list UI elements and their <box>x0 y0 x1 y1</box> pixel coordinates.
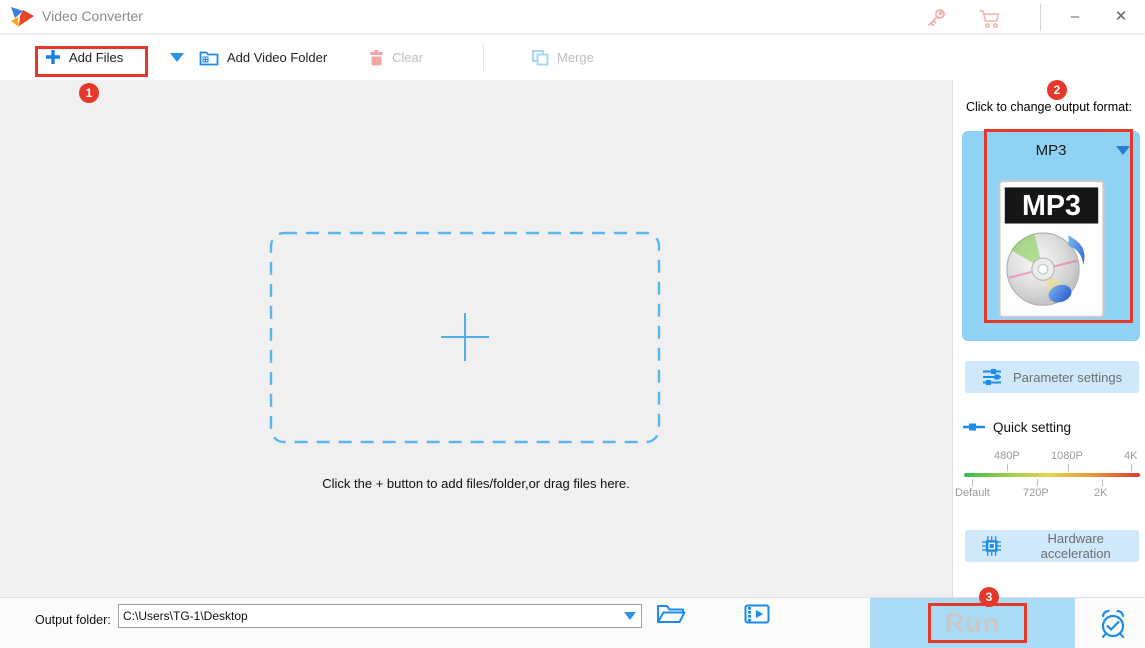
clear-label: Clear <box>392 49 424 65</box>
format-panel-header: Click to change output format: <box>965 100 1133 114</box>
hardware-acceleration-label: Hardware acceleration <box>1040 531 1111 561</box>
close-button[interactable]: ✕ <box>1104 4 1138 30</box>
minimize-button[interactable]: – <box>1058 4 1092 30</box>
quality-slider[interactable] <box>964 473 1140 477</box>
slider-tick <box>972 479 973 486</box>
output-folder-label: Output folder: <box>35 613 111 627</box>
svg-text:MP3: MP3 <box>1022 190 1081 222</box>
slider-tick <box>1037 479 1038 486</box>
cpu-chip-icon <box>982 536 1002 556</box>
window-title: Video Converter <box>42 8 143 24</box>
format-dropdown-caret[interactable] <box>1116 146 1130 155</box>
slider-tick <box>1131 464 1132 471</box>
slider-tick <box>1068 464 1069 471</box>
quick-setting-toggle[interactable]: Quick setting <box>962 418 1071 436</box>
title-bar: Video Converter – ✕ <box>0 0 1145 34</box>
slider-tick <box>1007 464 1008 471</box>
cart-icon[interactable] <box>978 7 1002 29</box>
slider-label-480p: 480P <box>994 450 1020 462</box>
plus-icon <box>46 50 60 64</box>
run-button[interactable]: Run <box>870 598 1075 648</box>
alarm-clock-icon[interactable] <box>1097 608 1129 640</box>
file-list-area: Click the + button to add files/folder,o… <box>0 80 952 597</box>
add-files-button[interactable]: Add Files <box>45 45 123 69</box>
output-path-combo <box>118 604 642 628</box>
slider-label-default: Default <box>955 487 990 499</box>
titlebar-divider <box>1040 4 1041 31</box>
slider-label-720p: 720P <box>1023 487 1049 499</box>
merge-label: Merge <box>557 49 594 65</box>
video-converter-window: Video Converter – ✕ Add Files Add Video … <box>0 0 1145 648</box>
slider-label-2k: 2K <box>1094 487 1108 499</box>
parameter-settings-button[interactable]: Parameter settings <box>965 361 1139 393</box>
toolbar: Add Files Add Video Folder Clear Merge <box>0 35 1145 80</box>
hardware-acceleration-button[interactable]: Hardware acceleration <box>965 530 1139 562</box>
slider-label-1080p: 1080P <box>1051 450 1083 462</box>
add-files-dropdown-caret[interactable] <box>170 53 184 62</box>
output-path-dropdown-caret[interactable] <box>619 605 641 627</box>
add-video-folder-button[interactable]: Add Video Folder <box>199 45 327 69</box>
open-output-files-icon[interactable] <box>744 603 770 625</box>
slider-label-4k: 4K <box>1124 450 1138 462</box>
drop-zone[interactable] <box>269 231 661 444</box>
quick-setting-label: Quick setting <box>993 419 1072 435</box>
sliders-icon <box>983 369 1001 385</box>
merge-button[interactable]: Merge <box>531 45 594 69</box>
app-logo-icon <box>11 7 34 27</box>
output-format-selector[interactable]: MP3 MP3 <box>962 131 1140 341</box>
trash-icon <box>370 49 383 65</box>
clear-button[interactable]: Clear <box>369 45 423 69</box>
dropzone-hint: Click the + button to add files/folder,o… <box>322 476 630 491</box>
output-path-input[interactable] <box>119 605 619 627</box>
slider-tick <box>1102 479 1103 486</box>
add-files-label: Add Files <box>69 49 124 65</box>
selected-format-label: MP3 <box>1035 142 1067 159</box>
register-key-icon[interactable] <box>924 7 948 29</box>
video-folder-icon <box>199 51 219 65</box>
toolbar-divider <box>483 43 484 71</box>
quick-slider-icon <box>963 423 985 431</box>
add-plus-icon <box>441 313 489 361</box>
parameter-settings-label: Parameter settings <box>1013 369 1123 385</box>
mp3-format-icon: MP3 <box>998 180 1105 318</box>
merge-icon <box>532 49 549 65</box>
add-video-folder-label: Add Video Folder <box>227 49 328 65</box>
browse-folder-icon[interactable] <box>656 603 686 625</box>
bottom-bar: Output folder: Run <box>0 597 1145 648</box>
